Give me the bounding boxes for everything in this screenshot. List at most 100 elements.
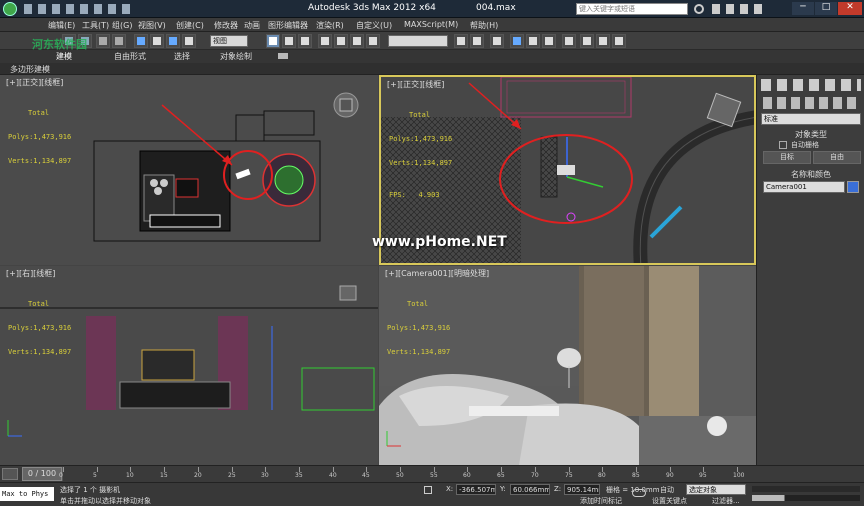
timeline: 0 / 100 0 5 10 15 20 25 30 35 40 45 50 55 60 65 70 75 80…	[0, 465, 864, 482]
menu-graph-editors[interactable]: 图形编辑器	[268, 20, 308, 31]
graphite-toggle-icon[interactable]	[510, 34, 524, 48]
material-editor-icon[interactable]	[562, 34, 576, 48]
spinner-snap-icon[interactable]	[366, 34, 380, 48]
menu-customize[interactable]: 自定义(U)	[356, 20, 392, 31]
reference-coord-select[interactable]: 视图	[210, 35, 248, 47]
x-coord-field[interactable]: -366.507m	[456, 484, 496, 495]
menu-views[interactable]: 视图(V)	[138, 20, 166, 31]
percent-snap-icon[interactable]	[350, 34, 364, 48]
timeline-tick-label: 25	[228, 472, 236, 479]
timeline-tick-label: 90	[666, 472, 674, 479]
move-icon[interactable]	[266, 34, 280, 48]
render-setup-icon[interactable]	[580, 34, 594, 48]
menu-maxscript[interactable]: MAXScript(M)	[404, 20, 458, 29]
ribbon-options-icon[interactable]	[278, 53, 288, 59]
menu-edit[interactable]: 编辑(E)	[48, 20, 75, 31]
key-filters-button[interactable]: 过滤器...	[712, 496, 740, 506]
search-input[interactable]: 键入关键字或短语	[576, 3, 688, 15]
add-time-tag[interactable]: 添加时间标记	[580, 496, 622, 506]
status-bar: Max to Phys 选择了 1 个 摄影机 单击并拖动以选择并移动对象 X:…	[0, 482, 864, 506]
viewport-camera[interactable]: [+][Camera001][明暗处理] Total Polys:1,473,9…	[379, 266, 756, 465]
timeline-tick-label: 100	[733, 472, 745, 479]
align-icon[interactable]	[470, 34, 484, 48]
z-coord-field[interactable]: 905.14mm	[564, 484, 600, 495]
link-icon[interactable]	[96, 34, 110, 48]
x-coord-value: -366.507m	[459, 486, 496, 494]
tab-freeform[interactable]: 自由形式	[114, 51, 146, 62]
autogrid-checkbox[interactable]	[779, 141, 787, 149]
named-selection-set-input[interactable]	[388, 35, 448, 47]
select-by-name-icon[interactable]	[150, 34, 164, 48]
time-configure-icon[interactable]	[2, 468, 18, 480]
timeline-tick-label: 70	[531, 472, 539, 479]
create-category-icons[interactable]	[763, 97, 861, 109]
menu-animation[interactable]: 动画	[244, 20, 260, 31]
category-dropdown-value: 标准	[764, 115, 778, 123]
top-view-floorplan	[93, 92, 359, 242]
rotate-icon[interactable]	[282, 34, 296, 48]
object-color-swatch[interactable]	[847, 181, 859, 193]
timeline-tick-label: 30	[261, 472, 269, 479]
rect-select-icon[interactable]	[166, 34, 180, 48]
curve-editor-icon[interactable]	[526, 34, 540, 48]
layer-manager-icon[interactable]	[490, 34, 504, 48]
timeline-tick-label: 45	[362, 472, 370, 479]
stats-total: Total	[407, 300, 429, 308]
timeline-tick-label: 15	[160, 472, 168, 479]
close-button[interactable]: ✕	[838, 2, 862, 15]
name-color-rollout[interactable]: 名称和颜色	[761, 169, 861, 179]
category-dropdown[interactable]: 标准	[761, 113, 861, 125]
lock-icon[interactable]	[424, 486, 432, 494]
object-type-rollout[interactable]: 对象类型	[761, 129, 861, 139]
key-icon[interactable]	[632, 489, 646, 497]
maxscript-listener[interactable]: Max to Phys	[0, 487, 54, 501]
playback-controls[interactable]	[752, 486, 860, 502]
tab-modeling[interactable]: 建模	[56, 51, 72, 62]
prompt-line: 单击并拖动以选择并移动对象	[60, 497, 151, 505]
viewport-right[interactable]: [+][右][线框] Total Polys:1,473,916 Verts:1…	[0, 266, 378, 465]
snap-toggle-icon[interactable]	[318, 34, 332, 48]
quick-access-icons[interactable]	[24, 4, 134, 14]
unlink-icon[interactable]	[112, 34, 126, 48]
timeline-track[interactable]: 0 5 10 15 20 25 30 35 40 45 50 55 60 65 70 75 80 85 90 95 10…	[59, 467, 756, 481]
app-logo-icon[interactable]	[3, 2, 17, 16]
tab-object-paint[interactable]: 对象绘制	[220, 51, 252, 62]
render-production-icon[interactable]	[612, 34, 626, 48]
select-icon[interactable]	[134, 34, 148, 48]
menu-group[interactable]: 组(G)	[112, 20, 132, 31]
auto-key-label[interactable]: 自动	[660, 485, 674, 495]
y-coord-field[interactable]: 60.066mm	[510, 484, 550, 495]
ribbon-panel-bar: 多边形建模	[0, 63, 864, 75]
menu-help[interactable]: 帮助(H)	[470, 20, 498, 31]
command-panel-tabs[interactable]	[761, 79, 861, 91]
minimize-button[interactable]: ─	[792, 2, 814, 15]
viewport-camera-label[interactable]: [+][Camera001][明暗处理]	[385, 268, 489, 279]
scale-icon[interactable]	[298, 34, 312, 48]
maximize-button[interactable]: □	[815, 2, 837, 15]
set-key-label[interactable]: 设置关键点	[652, 496, 687, 506]
time-slider[interactable]: 0 / 100	[22, 467, 62, 481]
polygon-modeling-label[interactable]: 多边形建模	[10, 64, 50, 75]
key-filter-select[interactable]: 选定对象	[686, 484, 746, 495]
rendered-frame-icon[interactable]	[596, 34, 610, 48]
angle-snap-icon[interactable]	[334, 34, 348, 48]
stats-verts: Verts:1,134,897	[387, 348, 451, 356]
target-camera-button[interactable]: 目标	[763, 151, 811, 164]
menu-modifiers[interactable]: 修改器	[214, 20, 238, 31]
menu-tools[interactable]: 工具(T)	[82, 20, 109, 31]
free-camera-button[interactable]: 自由	[813, 151, 861, 164]
mirror-icon[interactable]	[454, 34, 468, 48]
y-coord-value: 60.066mm	[513, 486, 550, 494]
phome-watermark: www.pHome.NET	[372, 234, 507, 250]
menu-rendering[interactable]: 渲染(R)	[316, 20, 344, 31]
object-name-input[interactable]: Camera001	[763, 181, 845, 193]
viewport-front-label[interactable]: [+][正交][线框]	[387, 79, 444, 90]
window-crossing-icon[interactable]	[182, 34, 196, 48]
stats-fps: FPS: 4.903	[389, 191, 440, 199]
menu-create[interactable]: 创建(C)	[176, 20, 204, 31]
help-icons[interactable]	[712, 4, 764, 14]
schematic-view-icon[interactable]	[542, 34, 556, 48]
viewport-top[interactable]: [+][正交][线框] Total Polys:1,473,916 Verts:…	[0, 75, 378, 265]
tab-selection[interactable]: 选择	[174, 51, 190, 62]
search-icon[interactable]	[694, 4, 704, 14]
